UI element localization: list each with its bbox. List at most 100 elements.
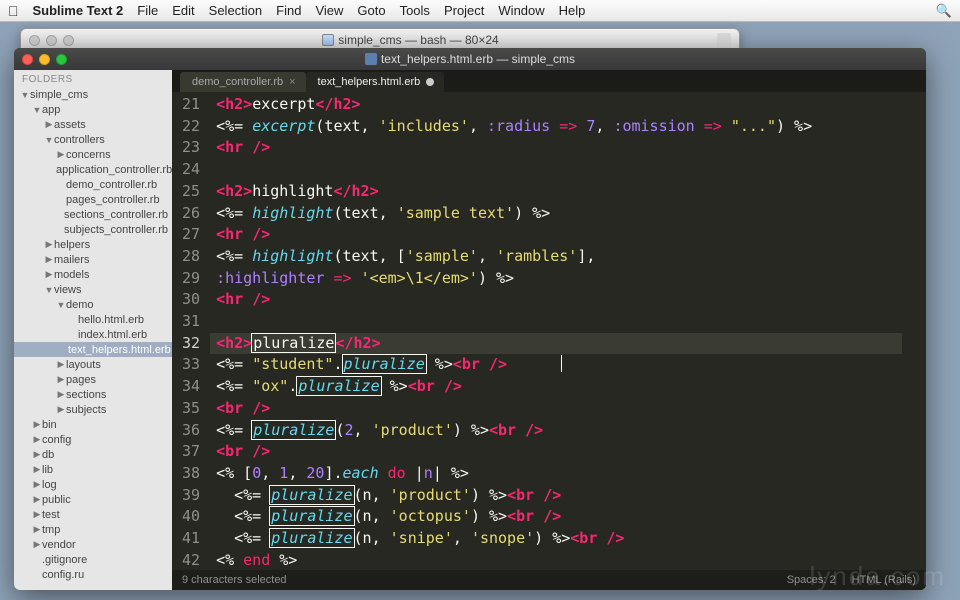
sidebar-item[interactable]: index.html.erb [14, 327, 172, 342]
minimap[interactable] [914, 92, 926, 570]
sidebar-item[interactable]: demo_controller.rb [14, 177, 172, 192]
sidebar-item-label: vendor [42, 539, 76, 551]
menu-window[interactable]: Window [498, 3, 544, 18]
disclosure-arrow-icon[interactable]: ▶ [56, 404, 66, 415]
sublime-text-window: text_helpers.html.erb — simple_cms FOLDE… [14, 48, 926, 590]
sidebar-item[interactable]: ▶layouts [14, 357, 172, 372]
traffic-minimize-icon[interactable] [46, 35, 57, 46]
disclosure-arrow-icon[interactable]: ▼ [44, 135, 54, 145]
sidebar-item-label: pages_controller.rb [66, 194, 160, 206]
sidebar-item-label: index.html.erb [78, 329, 147, 341]
traffic-minimize-icon[interactable] [39, 54, 50, 65]
tab-text-helpers[interactable]: text_helpers.html.erb [306, 72, 445, 92]
sidebar-item-label: helpers [54, 239, 90, 251]
code-editor[interactable]: 2122232425262728293031323334353637383940… [172, 92, 926, 570]
sidebar-item[interactable]: ▶vendor [14, 537, 172, 552]
window-titlebar[interactable]: text_helpers.html.erb — simple_cms [14, 48, 926, 70]
sidebar-item[interactable]: ▶bin [14, 417, 172, 432]
disclosure-arrow-icon[interactable]: ▶ [44, 269, 54, 280]
sidebar-item[interactable]: ▶lib [14, 462, 172, 477]
disclosure-arrow-icon[interactable]: ▶ [32, 479, 42, 490]
menu-goto[interactable]: Goto [357, 3, 385, 18]
disclosure-arrow-icon[interactable]: ▶ [56, 149, 66, 160]
disclosure-arrow-icon[interactable]: ▶ [44, 254, 54, 265]
status-indent[interactable]: Spaces: 2 [787, 574, 836, 586]
sidebar-item[interactable]: hello.html.erb [14, 312, 172, 327]
close-icon[interactable]: × [289, 76, 295, 88]
sidebar-item[interactable]: ▶concerns [14, 147, 172, 162]
status-syntax[interactable]: HTML (Rails) [852, 574, 916, 586]
sidebar-item[interactable]: ▶assets [14, 117, 172, 132]
disclosure-arrow-icon[interactable]: ▶ [32, 524, 42, 535]
disclosure-arrow-icon[interactable]: ▼ [56, 300, 66, 310]
disclosure-arrow-icon[interactable]: ▶ [44, 239, 54, 250]
disclosure-arrow-icon[interactable]: ▼ [32, 105, 42, 115]
menu-view[interactable]: View [315, 3, 343, 18]
sidebar-item[interactable]: ▶test [14, 507, 172, 522]
tab-bar[interactable]: demo_controller.rb × text_helpers.html.e… [172, 70, 926, 92]
code-content[interactable]: <h2>excerpt</h2><%= excerpt(text, 'inclu… [210, 92, 914, 570]
disclosure-arrow-icon[interactable]: ▶ [44, 119, 54, 130]
disclosure-arrow-icon[interactable]: ▶ [32, 434, 42, 445]
menu-help[interactable]: Help [559, 3, 586, 18]
sidebar-item[interactable]: ▶pages [14, 372, 172, 387]
line-gutter[interactable]: 2122232425262728293031323334353637383940… [172, 92, 210, 570]
sidebar-item[interactable]: ▼simple_cms [14, 87, 172, 102]
app-menu[interactable]: Sublime Text 2 [33, 3, 124, 18]
sidebar-item[interactable]: ▶db [14, 447, 172, 462]
disclosure-arrow-icon[interactable]: ▶ [56, 389, 66, 400]
sidebar-item-label: bin [42, 419, 57, 431]
sidebar-item[interactable]: ▶config [14, 432, 172, 447]
traffic-close-icon[interactable] [22, 54, 33, 65]
disclosure-arrow-icon[interactable]: ▶ [32, 494, 42, 505]
sidebar-item-label: sections [66, 389, 106, 401]
disclosure-arrow-icon[interactable]: ▶ [32, 449, 42, 460]
menu-find[interactable]: Find [276, 3, 301, 18]
disclosure-arrow-icon[interactable]: ▶ [32, 539, 42, 550]
sidebar-item[interactable]: ▼demo [14, 297, 172, 312]
tab-demo-controller[interactable]: demo_controller.rb × [180, 72, 306, 92]
folder-tree[interactable]: ▼simple_cms▼app▶assets▼controllers▶conce… [14, 87, 172, 590]
apple-menu[interactable]:  [8, 3, 19, 19]
sidebar-item[interactable]: pages_controller.rb [14, 192, 172, 207]
sidebar-item[interactable]: config.ru [14, 567, 172, 582]
menu-edit[interactable]: Edit [172, 3, 194, 18]
disclosure-arrow-icon[interactable]: ▶ [32, 464, 42, 475]
sidebar-item[interactable]: ▶mailers [14, 252, 172, 267]
sidebar-item[interactable]: ▼views [14, 282, 172, 297]
disclosure-arrow-icon[interactable]: ▼ [44, 285, 54, 295]
sidebar-item[interactable]: ▶models [14, 267, 172, 282]
sidebar-item[interactable]: ▼controllers [14, 132, 172, 147]
sidebar-item[interactable]: ▶subjects [14, 402, 172, 417]
sidebar-item[interactable]: sections_controller.rb [14, 207, 172, 222]
sidebar-item-label: controllers [54, 134, 105, 146]
proxy-icon[interactable] [717, 33, 731, 47]
disclosure-arrow-icon[interactable]: ▶ [56, 374, 66, 385]
spotlight-icon[interactable]: 🔍 [936, 3, 952, 19]
traffic-close-icon[interactable] [29, 35, 40, 46]
menu-tools[interactable]: Tools [400, 3, 430, 18]
sidebar-item-label: text_helpers.html.erb [68, 344, 171, 356]
sidebar-item[interactable]: ▶tmp [14, 522, 172, 537]
sidebar-item[interactable]: ▶log [14, 477, 172, 492]
menu-file[interactable]: File [137, 3, 158, 18]
sidebar-item[interactable]: ▼app [14, 102, 172, 117]
sidebar-item[interactable]: ▶helpers [14, 237, 172, 252]
disclosure-arrow-icon[interactable]: ▶ [32, 419, 42, 430]
traffic-zoom-icon[interactable] [56, 54, 67, 65]
sidebar-item[interactable]: text_helpers.html.erb [14, 342, 172, 357]
sidebar-item[interactable]: ▶public [14, 492, 172, 507]
sidebar-item[interactable]: application_controller.rb [14, 162, 172, 177]
sidebar-item[interactable]: subjects_controller.rb [14, 222, 172, 237]
sidebar-item[interactable]: ▶sections [14, 387, 172, 402]
traffic-zoom-icon[interactable] [63, 35, 74, 46]
sidebar-item[interactable]: .gitignore [14, 552, 172, 567]
disclosure-arrow-icon[interactable]: ▶ [32, 509, 42, 520]
menu-project[interactable]: Project [444, 3, 484, 18]
editor-pane: demo_controller.rb × text_helpers.html.e… [172, 70, 926, 590]
disclosure-arrow-icon[interactable]: ▶ [56, 359, 66, 370]
sidebar-item-label: hello.html.erb [78, 314, 144, 326]
sidebar[interactable]: FOLDERS ▼simple_cms▼app▶assets▼controlle… [14, 70, 172, 590]
disclosure-arrow-icon[interactable]: ▼ [20, 90, 30, 100]
menu-selection[interactable]: Selection [209, 3, 262, 18]
